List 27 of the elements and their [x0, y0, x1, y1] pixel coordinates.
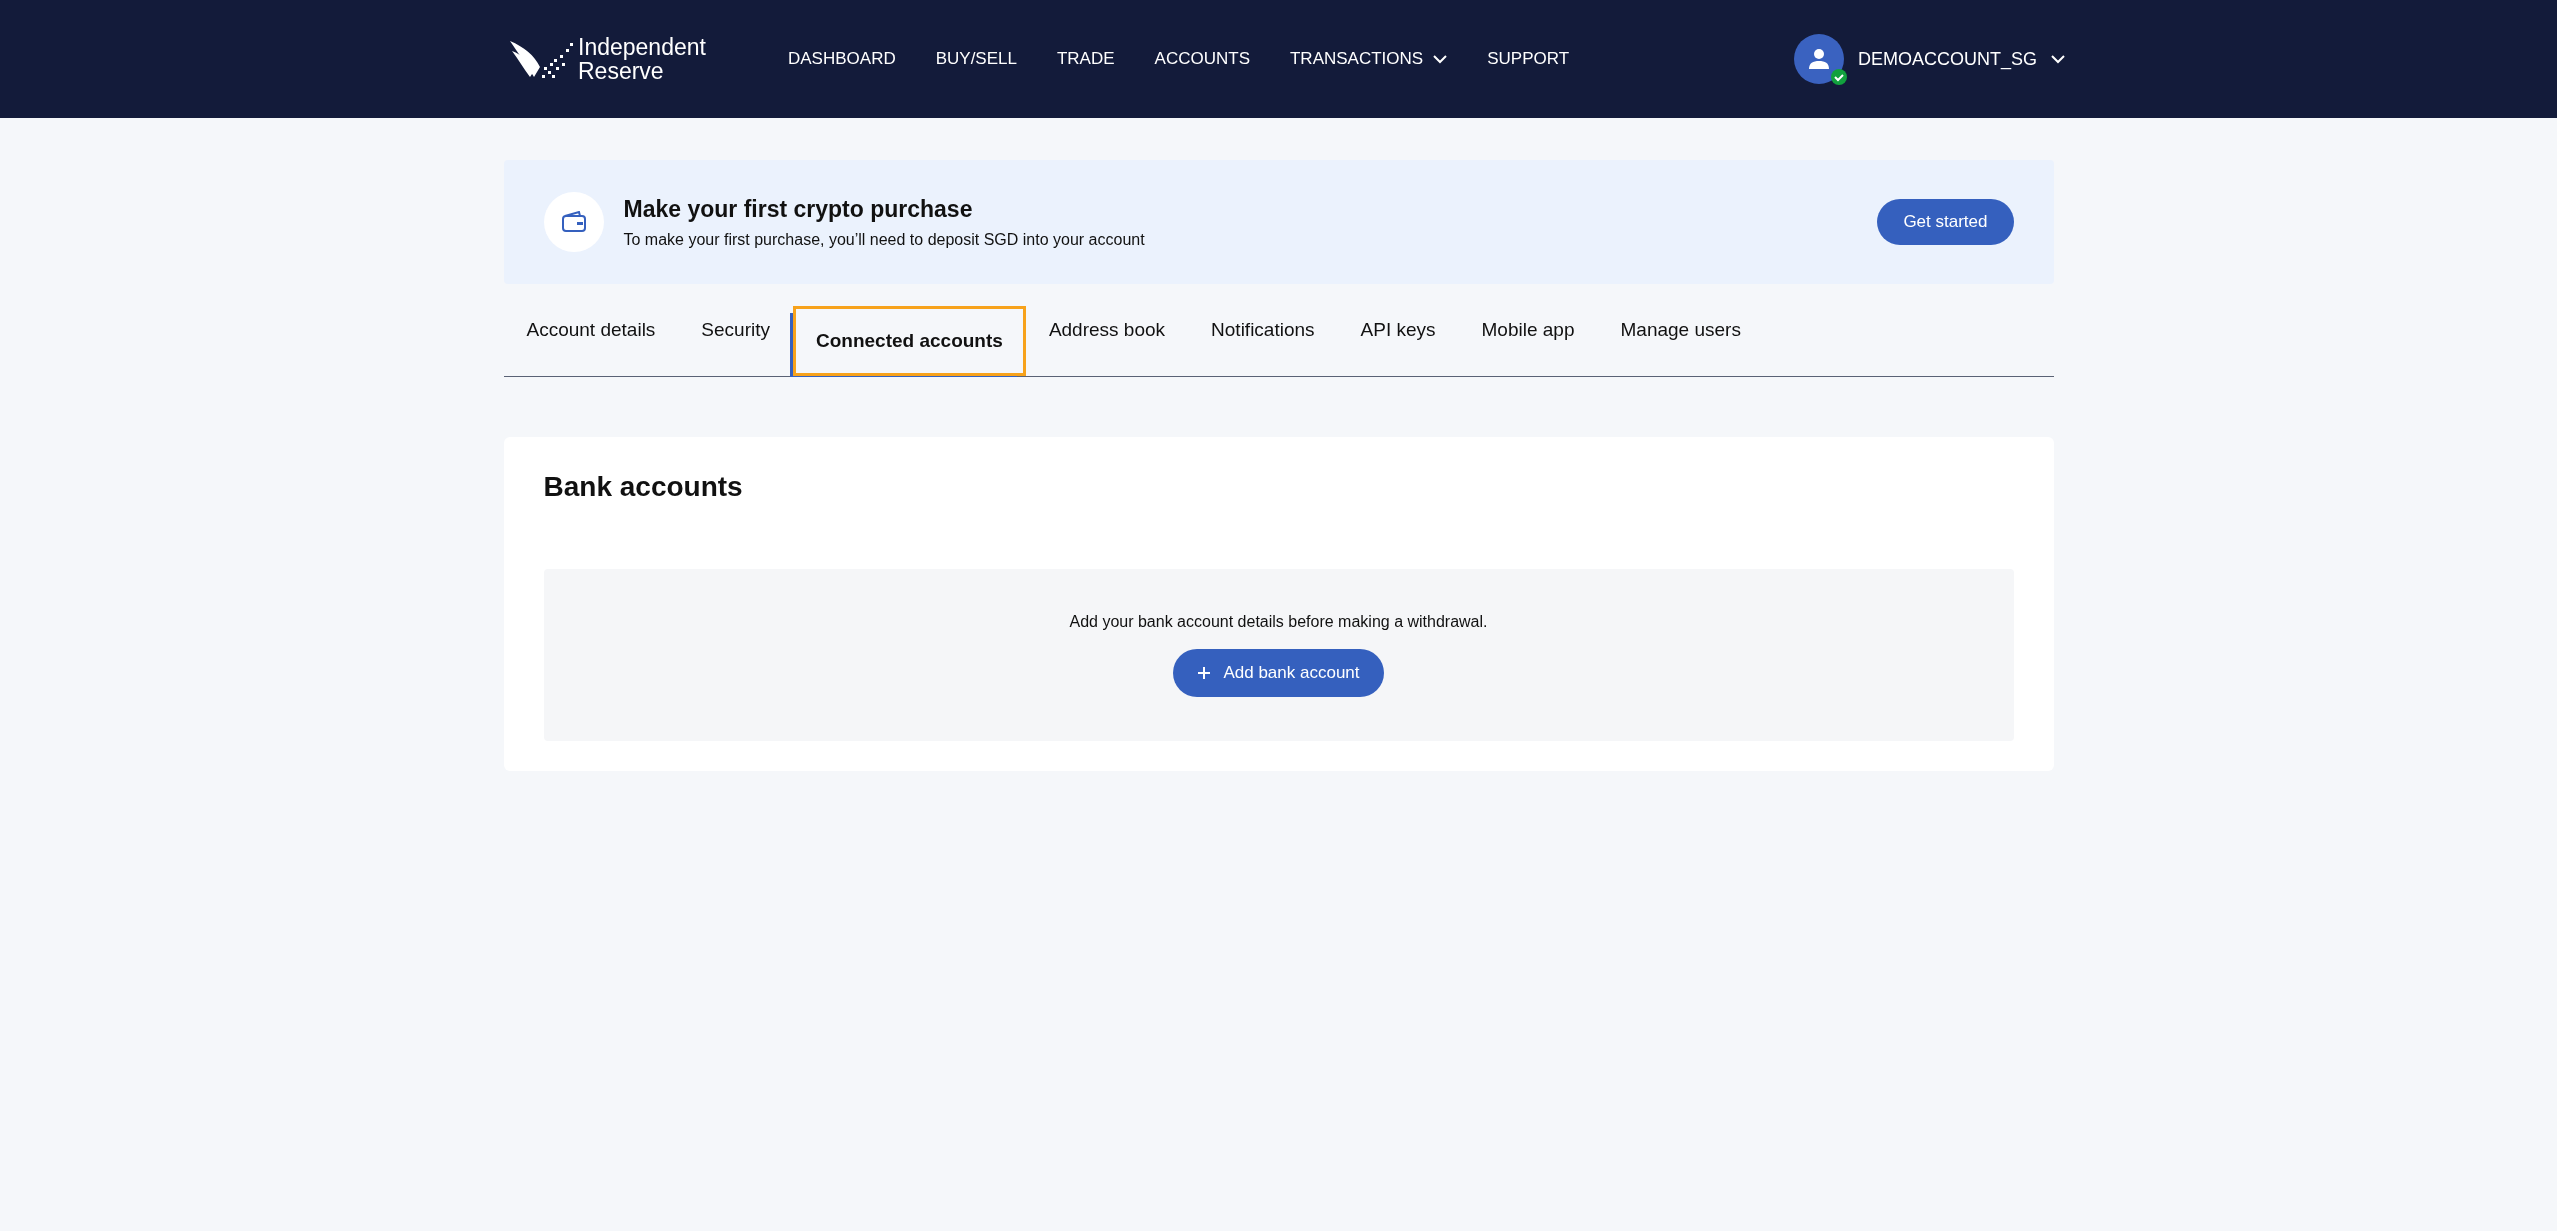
- settings-tab[interactable]: Address book: [1025, 284, 1189, 376]
- nav-link[interactable]: ACCOUNTS: [1154, 49, 1250, 69]
- chevron-down-icon: [1433, 54, 1448, 64]
- settings-tab[interactable]: API keys: [1337, 284, 1459, 376]
- banner-title: Make your first crypto purchase: [623, 195, 974, 223]
- settings-tab[interactable]: Mobile app: [1458, 284, 1598, 376]
- user-name: DEMOACCOUNT_SG: [1858, 48, 2038, 70]
- nav-link[interactable]: TRANSACTIONS: [1290, 49, 1448, 69]
- settings-tab[interactable]: Account details: [503, 284, 679, 376]
- nav-link[interactable]: TRADE: [1056, 49, 1115, 69]
- settings-tab[interactable]: Notifications: [1188, 284, 1338, 376]
- person-icon: [1808, 48, 1831, 70]
- plus-icon: [1197, 666, 1212, 680]
- settings-tab[interactable]: Connected accounts: [793, 306, 1026, 376]
- user-menu[interactable]: DEMOACCOUNT_SG: [1794, 34, 2066, 84]
- add-bank-account-button[interactable]: Add bank account: [1173, 649, 1384, 697]
- settings-tab[interactable]: Manage users: [1597, 284, 1764, 376]
- banner-subtitle: To make your first purchase, you’ll need to deposit SGD into your account: [623, 230, 1146, 249]
- nav-link[interactable]: BUY/SELL: [935, 49, 1017, 69]
- nav-link[interactable]: DASHBOARD: [788, 49, 896, 69]
- chevron-down-icon: [2051, 54, 2066, 64]
- settings-tab[interactable]: Security: [678, 284, 793, 376]
- empty-state-message: Add your bank account details before making a withdrawal.: [1069, 613, 1488, 631]
- logo-text[interactable]: Independent Reserve: [578, 35, 706, 83]
- get-started-button[interactable]: Get started: [1877, 199, 2014, 245]
- card-title: Bank accounts: [543, 471, 744, 503]
- nav-link[interactable]: SUPPORT: [1487, 49, 1570, 69]
